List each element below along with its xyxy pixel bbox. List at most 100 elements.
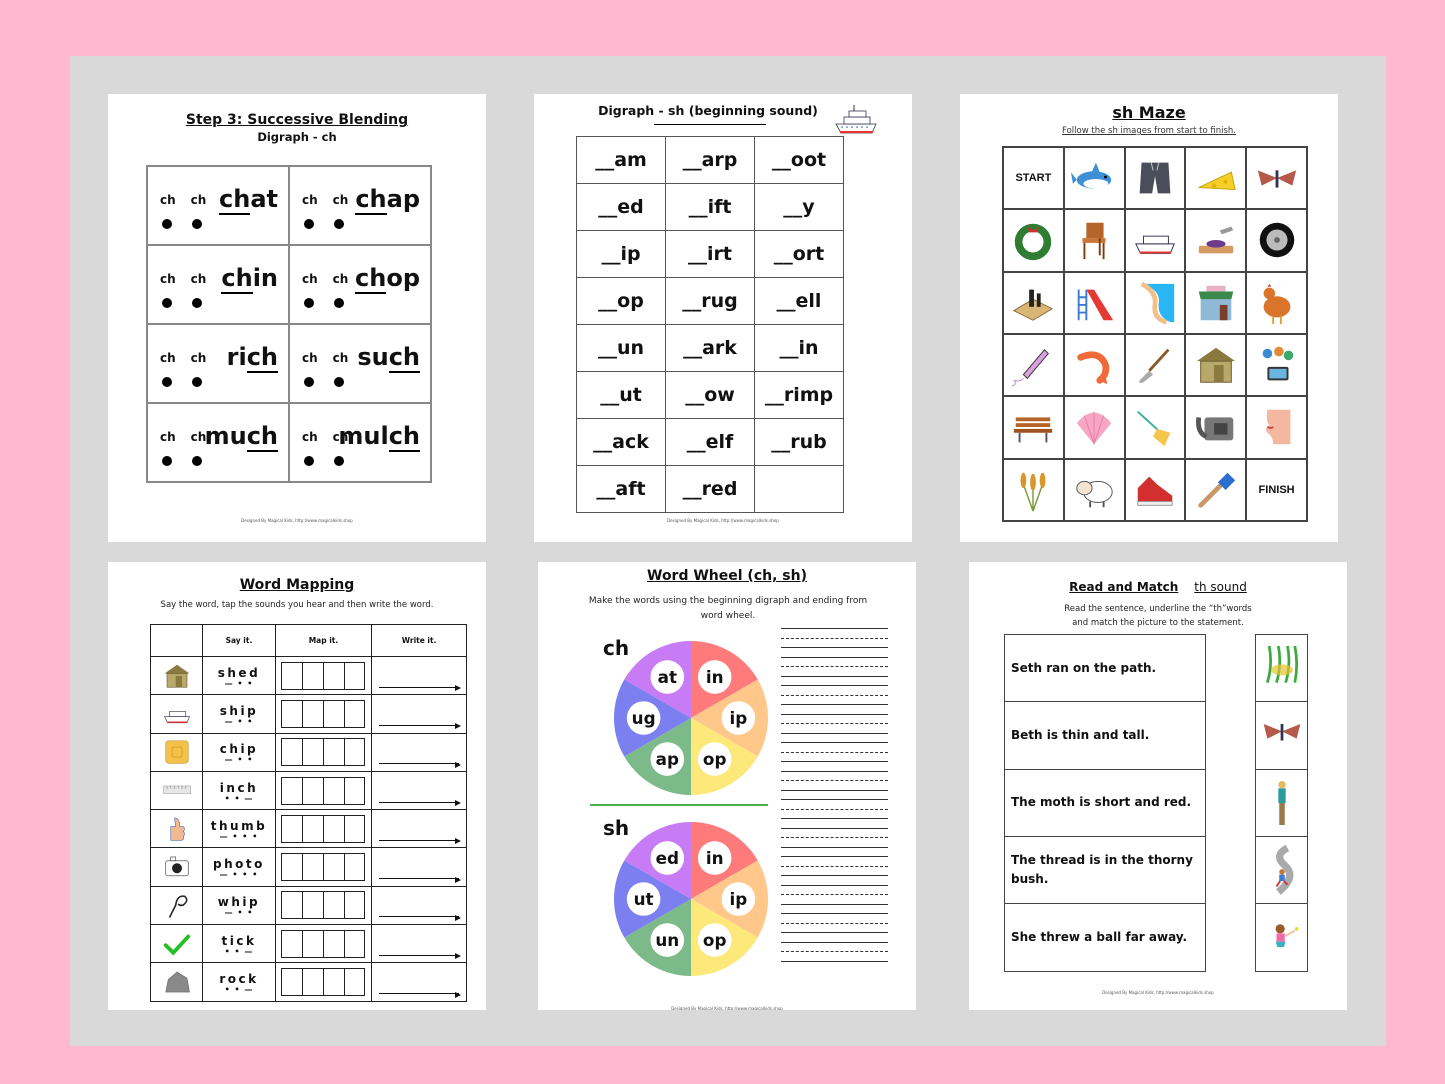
- word-blank-cell[interactable]: __ell: [754, 277, 844, 325]
- word-blank-cell[interactable]: __ark: [665, 324, 755, 372]
- sentence-item[interactable]: The moth is short and red.: [1005, 770, 1205, 837]
- tap-dot[interactable]: [334, 219, 344, 229]
- word-blank-cell[interactable]: __ort: [754, 230, 844, 278]
- maze-cell-shoe[interactable]: [1124, 458, 1186, 521]
- sound-box[interactable]: [282, 777, 304, 804]
- write-it-cell[interactable]: [371, 655, 467, 696]
- write-it-cell[interactable]: [371, 732, 467, 772]
- sound-box[interactable]: [324, 892, 345, 919]
- sound-box[interactable]: [303, 815, 324, 842]
- maze-cell-chop[interactable]: [1185, 209, 1247, 272]
- tap-dot[interactable]: [304, 298, 314, 308]
- sound-box[interactable]: [345, 931, 365, 957]
- word-blank-cell[interactable]: __oot: [754, 136, 844, 184]
- sound-box[interactable]: [282, 739, 304, 766]
- word-blank-cell[interactable]: __ed: [576, 183, 666, 231]
- maze-cell-shovel[interactable]: [1124, 333, 1186, 397]
- write-it-cell[interactable]: [371, 809, 467, 849]
- maze-cell-chin[interactable]: [1246, 396, 1307, 459]
- sound-box[interactable]: [345, 663, 365, 689]
- tap-dot[interactable]: [334, 456, 344, 466]
- maze-cell-bench[interactable]: [1003, 396, 1064, 459]
- tap-dot[interactable]: [162, 298, 172, 308]
- sound-box[interactable]: [282, 892, 304, 919]
- word-blank-cell[interactable]: __ack: [576, 418, 666, 466]
- sound-box[interactable]: [282, 969, 304, 996]
- word-blank-cell[interactable]: __irt: [665, 230, 755, 278]
- word-blank-cell[interactable]: __arp: [665, 136, 755, 184]
- sound-box[interactable]: [324, 815, 345, 842]
- maze-cell-sheep[interactable]: [1063, 458, 1125, 521]
- tap-dot[interactable]: [304, 377, 314, 387]
- sound-box[interactable]: [324, 777, 345, 804]
- tap-dot[interactable]: [192, 377, 202, 387]
- maze-cell-shrimp[interactable]: [1063, 333, 1125, 397]
- handwriting-lines[interactable]: [781, 628, 888, 970]
- maze-cell-phone[interactable]: [1185, 396, 1247, 459]
- sound-box[interactable]: [324, 854, 345, 881]
- word-blank-cell[interactable]: __aft: [576, 465, 666, 513]
- match-picture[interactable]: [1256, 837, 1307, 905]
- sound-box[interactable]: [303, 854, 324, 881]
- match-picture[interactable]: [1256, 635, 1307, 703]
- match-picture[interactable]: [1256, 904, 1307, 971]
- sound-box[interactable]: [345, 778, 365, 804]
- word-blank-cell[interactable]: __op: [576, 277, 666, 325]
- maze-cell-shark[interactable]: [1063, 147, 1125, 210]
- tap-dot[interactable]: [162, 219, 172, 229]
- write-it-cell[interactable]: [371, 694, 467, 734]
- maze-cell-photo[interactable]: [1246, 333, 1307, 397]
- write-it-cell[interactable]: [371, 770, 467, 811]
- sound-box[interactable]: [282, 662, 304, 689]
- sound-box[interactable]: [303, 892, 324, 919]
- maze-cell-wheel[interactable]: [1246, 209, 1307, 272]
- sentence-item[interactable]: Beth is thin and tall.: [1005, 702, 1205, 770]
- word-blank-cell[interactable]: __red: [665, 465, 755, 513]
- word-blank-cell[interactable]: __elf: [665, 418, 755, 466]
- maze-cell-paintbrush[interactable]: [1185, 458, 1247, 521]
- tap-dot[interactable]: [304, 219, 314, 229]
- maze-cell-shell[interactable]: [1063, 396, 1125, 459]
- sound-box[interactable]: [345, 892, 365, 918]
- maze-cell-chalk[interactable]: [1003, 333, 1064, 397]
- word-blank-cell[interactable]: __ip: [576, 230, 666, 278]
- maze-cell-chess[interactable]: [1003, 271, 1064, 334]
- sound-box[interactable]: [303, 739, 324, 766]
- tap-dot[interactable]: [334, 377, 344, 387]
- tap-dot[interactable]: [192, 298, 202, 308]
- sound-box[interactable]: [303, 662, 324, 689]
- maze-cell-shore[interactable]: [1124, 271, 1186, 334]
- maze-cell-cheese[interactable]: [1185, 147, 1247, 210]
- sound-box[interactable]: [282, 930, 304, 957]
- word-blank-cell[interactable]: __ut: [576, 371, 666, 419]
- maze-cell-start[interactable]: START: [1003, 147, 1064, 210]
- maze-cell-slide[interactable]: [1063, 271, 1125, 334]
- write-it-cell[interactable]: [371, 924, 467, 964]
- word-blank-cell[interactable]: __am: [576, 136, 666, 184]
- tap-dot[interactable]: [162, 377, 172, 387]
- match-picture[interactable]: [1256, 770, 1307, 837]
- sound-box[interactable]: [324, 739, 345, 766]
- sound-box[interactable]: [303, 700, 324, 727]
- sound-box[interactable]: [282, 854, 304, 881]
- tap-dot[interactable]: [192, 219, 202, 229]
- sentence-item[interactable]: She threw a ball far away.: [1005, 904, 1205, 971]
- word-blank-cell[interactable]: __in: [754, 324, 844, 372]
- maze-cell-shed[interactable]: [1185, 333, 1247, 397]
- word-blank-cell[interactable]: __rug: [665, 277, 755, 325]
- sound-box[interactable]: [324, 662, 345, 689]
- sound-box[interactable]: [345, 816, 365, 842]
- sound-box[interactable]: [303, 930, 324, 957]
- word-blank-cell[interactable]: __rimp: [754, 371, 844, 419]
- tap-dot[interactable]: [334, 298, 344, 308]
- sound-box[interactable]: [324, 930, 345, 957]
- word-blank-cell[interactable]: __rub: [754, 418, 844, 466]
- maze-cell-chicken[interactable]: [1246, 271, 1307, 334]
- sound-box[interactable]: [324, 700, 345, 727]
- sound-box[interactable]: [282, 700, 304, 727]
- maze-cell-brush[interactable]: [1124, 396, 1186, 459]
- sound-box[interactable]: [345, 969, 365, 995]
- sentence-item[interactable]: The thread is in the thorny bush.: [1005, 837, 1205, 905]
- maze-cell-chair[interactable]: [1063, 209, 1125, 272]
- sound-box[interactable]: [324, 969, 345, 996]
